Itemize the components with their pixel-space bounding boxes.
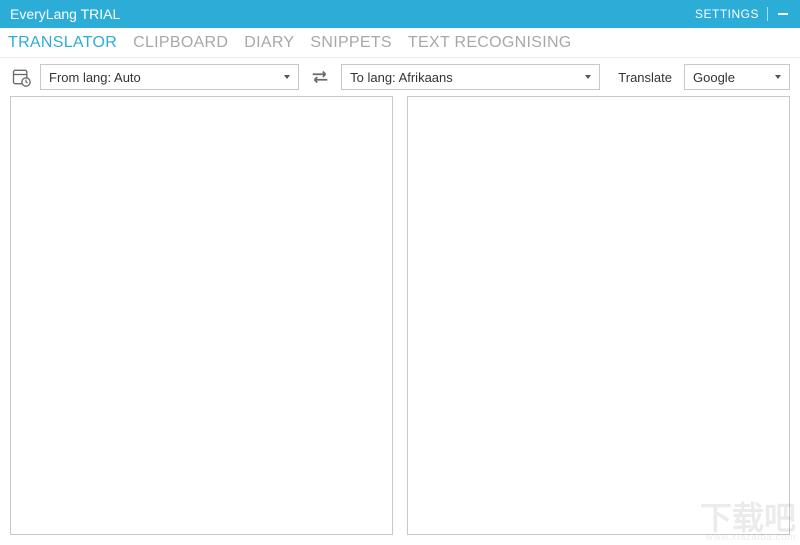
titlebar: EveryLang TRIAL SETTINGS: [0, 0, 800, 28]
chevron-down-icon: [585, 75, 591, 79]
target-text-area[interactable]: [407, 96, 790, 535]
tabs-bar: TRANSLATOR CLIPBOARD DIARY SNIPPETS TEXT…: [0, 28, 800, 58]
source-text-area[interactable]: [10, 96, 393, 535]
tab-clipboard[interactable]: CLIPBOARD: [133, 34, 228, 52]
from-lang-dropdown[interactable]: From lang: Auto: [40, 64, 299, 90]
tab-translator[interactable]: TRANSLATOR: [8, 34, 117, 52]
titlebar-controls: SETTINGS: [695, 7, 790, 21]
watermark-main: 下载吧: [700, 506, 796, 532]
to-lang-label: To lang: Afrikaans: [350, 70, 453, 85]
translation-panes: [0, 96, 800, 545]
provider-label: Google: [693, 70, 735, 85]
translate-label: Translate: [618, 70, 672, 85]
minimize-button[interactable]: [776, 7, 790, 21]
settings-link[interactable]: SETTINGS: [695, 7, 759, 21]
chevron-down-icon: [775, 75, 781, 79]
provider-dropdown[interactable]: Google: [684, 64, 790, 90]
watermark: 下载吧 www.xiazaiba.com: [700, 506, 796, 543]
titlebar-divider: [767, 7, 768, 21]
from-lang-label: From lang: Auto: [49, 70, 141, 85]
app-title: EveryLang TRIAL: [10, 6, 120, 22]
swap-languages-icon[interactable]: [307, 66, 333, 88]
history-icon[interactable]: [10, 66, 32, 88]
to-lang-dropdown[interactable]: To lang: Afrikaans: [341, 64, 600, 90]
tab-text-recognising[interactable]: TEXT RECOGNISING: [408, 34, 572, 52]
chevron-down-icon: [284, 75, 290, 79]
tab-snippets[interactable]: SNIPPETS: [310, 34, 392, 52]
tab-diary[interactable]: DIARY: [244, 34, 294, 52]
toolbar: From lang: Auto To lang: Afrikaans Trans…: [0, 58, 800, 96]
watermark-sub: www.xiazaiba.com: [700, 532, 796, 543]
